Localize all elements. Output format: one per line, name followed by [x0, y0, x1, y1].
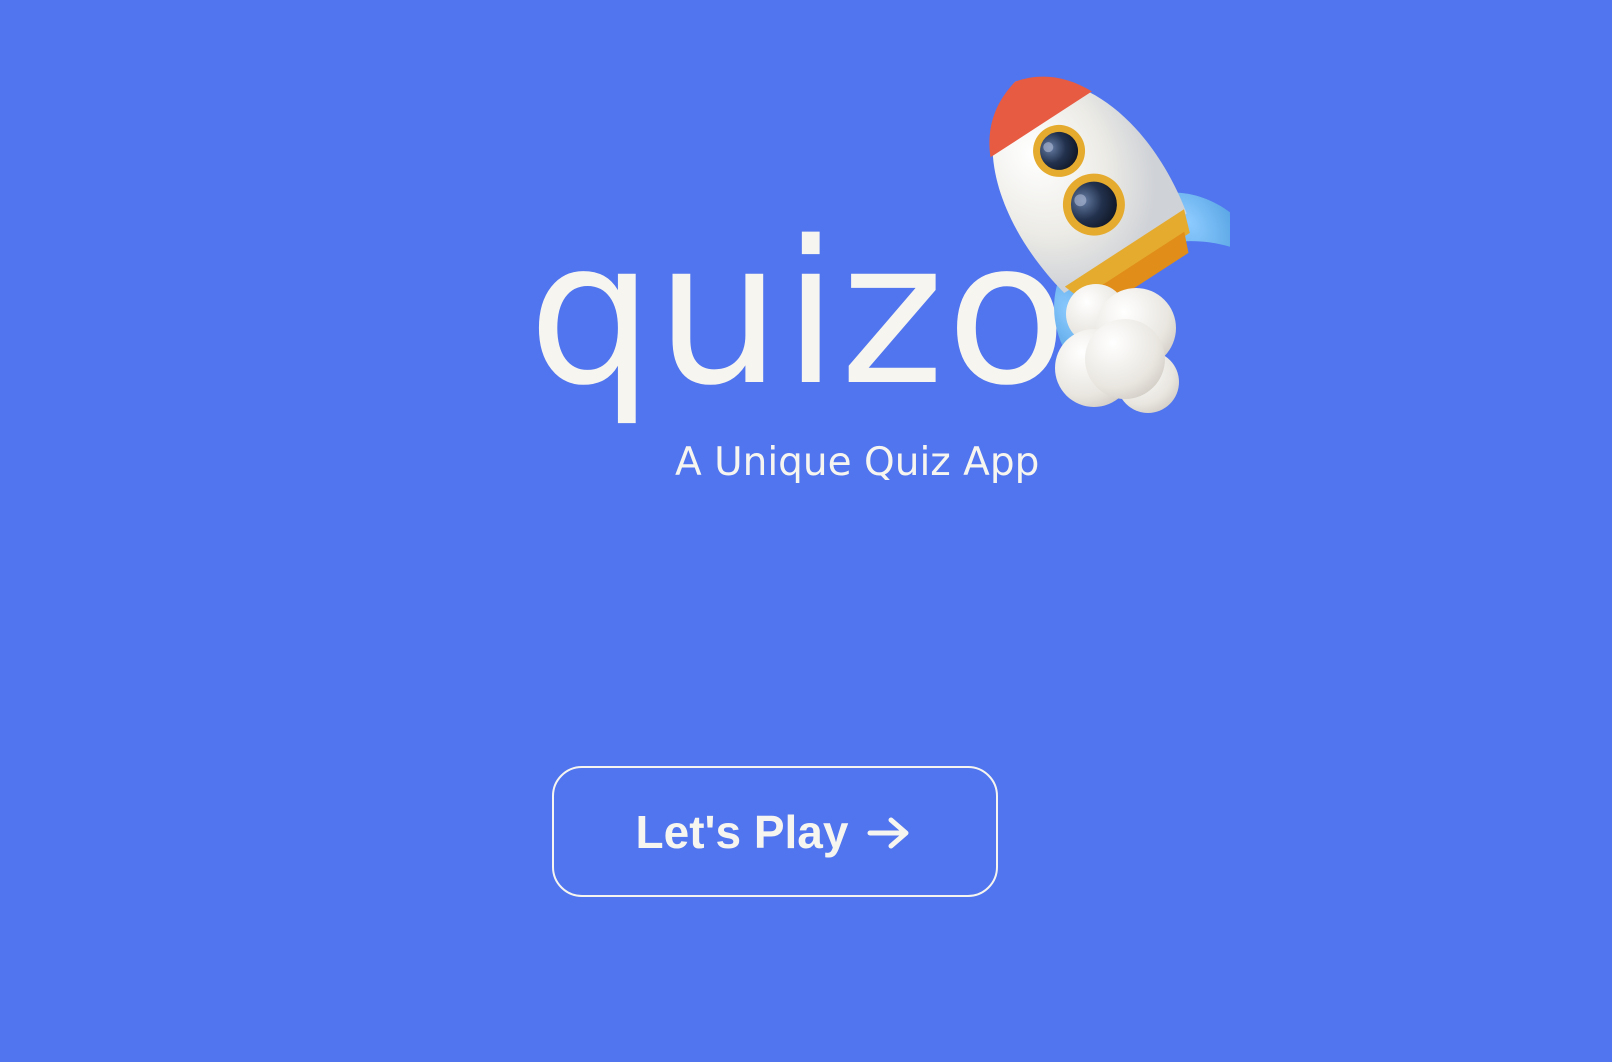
tagline: A Unique Quiz App — [675, 440, 1040, 485]
lets-play-label: Let's Play — [635, 805, 849, 858]
landing-screen: quizo A Unique Quiz App Let's Play — [0, 0, 1612, 1062]
lets-play-button[interactable]: Let's Play — [552, 766, 998, 897]
arrow-right-icon — [867, 817, 909, 848]
rocket-icon — [960, 55, 1269, 445]
